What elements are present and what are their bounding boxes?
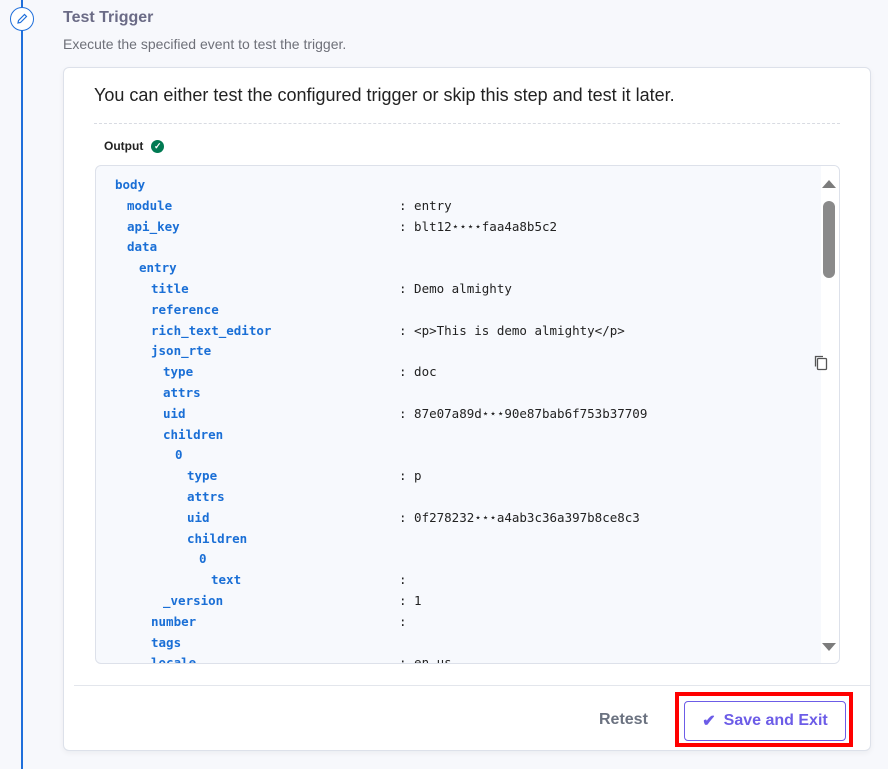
output-row: reference [96, 300, 839, 321]
output-row: title : Demo almighty [96, 279, 839, 300]
output-row: uid : 0f278232⋆⋆⋆a4ab3c36a397b8ce8c3 [96, 508, 839, 529]
scroll-down-icon[interactable] [822, 643, 836, 651]
output-row: type : p [96, 466, 839, 487]
output-row: type : doc [96, 362, 839, 383]
scrollbar[interactable] [821, 166, 839, 663]
output-row: tags [96, 633, 839, 654]
output-key: body [115, 177, 146, 192]
output-row: uid : 87e07a89d⋆⋆⋆90e87bab6f753b37709 [96, 404, 839, 425]
output-key: type [187, 468, 218, 484]
output-key: children [187, 530, 248, 546]
output-key: type [163, 364, 194, 380]
output-value: : en-us [399, 655, 452, 664]
output-key: 0 [175, 447, 183, 463]
output-key: 0 [199, 551, 207, 567]
output-value: : <p>This is demo almighty</p> [399, 322, 625, 338]
output-key: _version [163, 592, 224, 608]
output-label: Output ✓ [104, 139, 165, 153]
output-key: uid [187, 509, 210, 525]
output-row: rich_text_editor : <p>This is demo almigh… [96, 321, 839, 342]
scrollbar-thumb[interactable] [823, 201, 835, 278]
output-key: data [127, 239, 158, 255]
output-key: json_rte [151, 343, 212, 359]
output-row: json_rte [96, 341, 839, 362]
output-row: locale : en-us [96, 653, 839, 664]
output-value: : blt12⋆⋆⋆⋆faa4a8b5c2 [399, 218, 558, 234]
output-key: tags [151, 634, 182, 650]
output-value: : 0f278232⋆⋆⋆a4ab3c36a397b8ce8c3 [399, 509, 640, 525]
output-row: data [96, 237, 839, 258]
output-viewer[interactable]: body module: entry api_key: blt12⋆⋆⋆⋆faa4a… [95, 165, 840, 664]
output-key: uid [163, 405, 186, 421]
save-and-exit-button[interactable]: ✔ Save and Exit [684, 701, 846, 741]
output-key: attrs [163, 384, 201, 400]
output-row: number: [96, 612, 839, 633]
output-row: children [96, 425, 839, 446]
output-value: : p [399, 468, 422, 484]
output-row: body [96, 175, 839, 196]
output-row: 0 [96, 445, 839, 466]
output-value: : [399, 572, 407, 588]
output-row: api_key : blt12⋆⋆⋆⋆faa4a8b5c2 [96, 217, 839, 238]
output-key: entry [139, 260, 177, 276]
intro-text: You can either test the configured trigg… [94, 85, 675, 105]
output-key: module [127, 197, 173, 213]
retest-button[interactable]: Retest [599, 711, 648, 729]
divider [94, 123, 840, 124]
output-key: number [151, 613, 197, 629]
output-row: _version : 1 [96, 591, 839, 612]
output-row: text: [96, 570, 839, 591]
pencil-icon [10, 7, 34, 31]
save-label: Save and Exit [723, 712, 828, 729]
step-title: Test Trigger [63, 9, 154, 26]
check-circle-icon: ✓ [151, 139, 165, 153]
output-value: : 87e07a89d⋆⋆⋆90e87bab6f753b37709 [399, 405, 648, 421]
output-value: : entry [399, 197, 452, 213]
output-key: title [151, 280, 189, 296]
output-row: attrs [96, 487, 839, 508]
output-row: entry [96, 258, 839, 279]
output-key: rich_text_editor [151, 322, 272, 338]
output-value: : doc [399, 364, 437, 380]
copy-icon[interactable] [813, 354, 829, 372]
output-value: : [399, 613, 407, 629]
output-key: text [211, 572, 242, 588]
output-label-text: Output [104, 139, 144, 153]
output-value: : 1 [399, 592, 422, 608]
timeline-rail [21, 0, 23, 769]
footer-divider [74, 685, 870, 686]
test-trigger-card: You can either test the configured trigg… [63, 67, 871, 751]
output-key: attrs [187, 488, 225, 504]
output-key: children [163, 426, 224, 442]
output-row: attrs [96, 383, 839, 404]
output-key: api_key [127, 218, 180, 234]
output-row: children [96, 529, 839, 550]
scroll-up-icon[interactable] [822, 180, 836, 188]
output-rows: body module: entry api_key: blt12⋆⋆⋆⋆faa4a… [96, 175, 839, 664]
step-subtitle: Execute the specified event to test the … [63, 36, 347, 52]
output-key: locale [151, 655, 197, 664]
check-icon: ✔ [702, 713, 716, 730]
output-value: : Demo almighty [399, 280, 512, 296]
output-row: 0 [96, 549, 839, 570]
output-row: module : entry [96, 196, 839, 217]
output-key: reference [151, 301, 219, 317]
